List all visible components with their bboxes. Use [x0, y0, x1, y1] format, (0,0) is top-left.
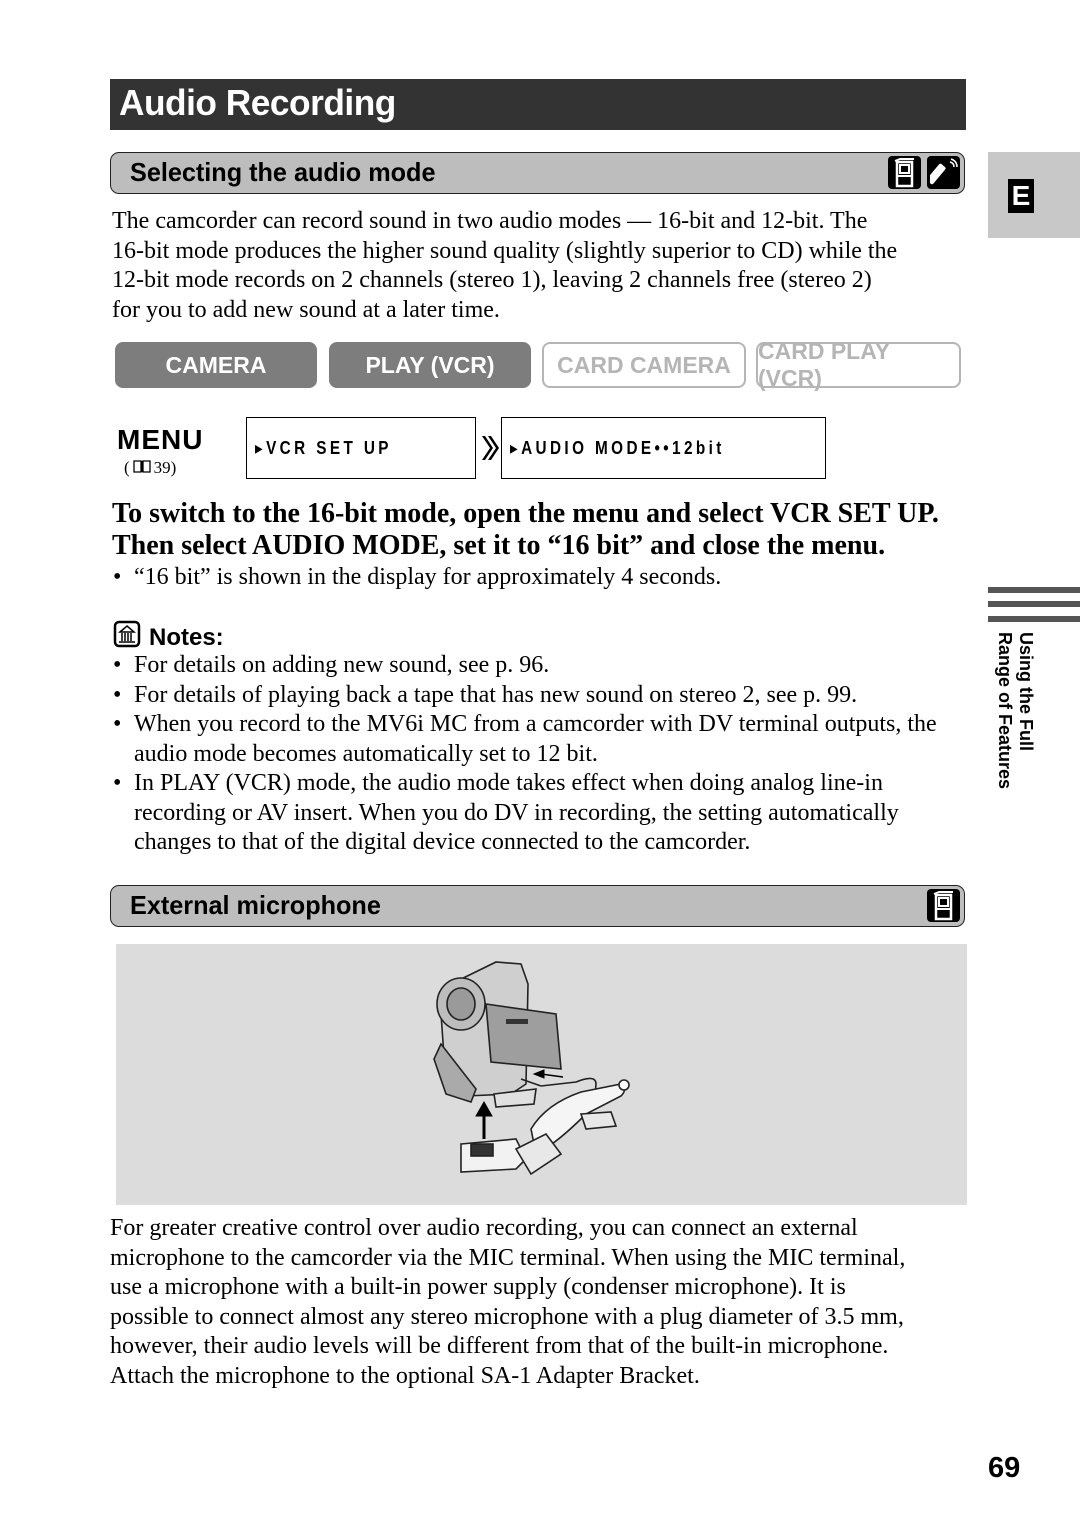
list-item: “16 bit” is shown in the display for app… [112, 563, 972, 593]
chapter-label: Using the Full Range of Features [990, 632, 1038, 797]
text-line: use a microphone with a built-in power s… [110, 1274, 846, 1300]
section-heading-text: External microphone [130, 890, 381, 920]
chapter-stripe [988, 616, 1080, 622]
language-letter: E [1008, 179, 1034, 213]
double-chevron-right-icon [480, 434, 500, 467]
text-line: possible to connect almost any stereo mi… [110, 1303, 904, 1330]
instruction-text: To switch to the 16-bit mode, open the m… [112, 498, 992, 562]
remote-control-icon [927, 156, 960, 189]
chapter-stripe [988, 587, 1080, 593]
text-line: microphone to the camcorder via the MIC … [110, 1244, 906, 1271]
text-line: For greater creative control over audio … [110, 1215, 858, 1241]
page-number: 69 [988, 1452, 1021, 1484]
mode-play-vcr: PLAY (VCR) [329, 342, 531, 388]
external-microphone-illustration [116, 944, 967, 1205]
menu-page-reference: ( 39) [124, 458, 176, 478]
section-heading-text: Selecting the audio mode [130, 157, 436, 187]
text-line: The camcorder can record sound in two au… [112, 208, 868, 234]
chapter-stripe [988, 601, 1080, 607]
list-item: For details on adding new sound, see p. … [112, 651, 972, 681]
language-tab: E [988, 152, 1080, 238]
text-line: 16-bit mode produces the higher sound qu… [112, 237, 898, 264]
intro-paragraph: The camcorder can record sound in two au… [112, 207, 972, 325]
menu-step-text: ▸AUDIO MODE••12bit [510, 438, 725, 458]
text-line: however, their audio levels will be diff… [110, 1333, 889, 1359]
mode-camera: CAMERA [115, 342, 317, 388]
notes-heading: Notes: [113, 620, 224, 655]
instruction-line: Then select AUDIO MODE, set it to “16 bi… [112, 530, 886, 561]
chapter-label-line2: Range of Features [995, 632, 1015, 790]
ref-paren: ( [124, 458, 130, 477]
menu-step-vcr-setup: ▸VCR SET UP [246, 417, 476, 479]
list-item: In PLAY (VCR) mode, the audio mode takes… [112, 769, 972, 858]
camcorder-icon [888, 156, 921, 189]
mode-card-camera: CARD CAMERA [542, 342, 746, 388]
instruction-line: To switch to the 16-bit mode, open the m… [112, 498, 939, 529]
section-heading-audio-mode: Selecting the audio mode [110, 152, 965, 194]
list-item: When you record to the MV6i MC from a ca… [112, 710, 972, 769]
text-line: Attach the microphone to the optional SA… [110, 1362, 700, 1389]
page-title: Audio Recording [119, 82, 396, 123]
list-item: For details of playing back a tape that … [112, 681, 972, 711]
camcorder-icon [927, 889, 960, 922]
text-line: 12-bit mode records on 2 channels (stere… [112, 267, 872, 293]
mode-label: CARD CAMERA [557, 351, 731, 378]
external-mic-paragraph: For greater creative control over audio … [110, 1214, 980, 1391]
notes-icon [113, 620, 141, 655]
instruction-bullets: “16 bit” is shown in the display for app… [112, 563, 972, 593]
mode-label: PLAY (VCR) [365, 351, 495, 378]
menu-step-text: ▸VCR SET UP [255, 438, 392, 458]
section-heading-external-microphone: External microphone [110, 885, 965, 927]
mode-label: CARD PLAY (VCR) [758, 338, 890, 391]
notes-list: For details on adding new sound, see p. … [112, 651, 972, 858]
chapter-label-line1: Using the Full [1016, 632, 1036, 751]
mode-label: CAMERA [165, 351, 267, 378]
notes-title: Notes: [149, 623, 224, 651]
text-line: for you to add new sound at a later time… [112, 296, 500, 323]
ref-page: 39) [153, 458, 177, 477]
mode-card-play-vcr: CARD PLAY (VCR) [756, 338, 961, 391]
menu-step-audio-mode: ▸AUDIO MODE••12bit [501, 417, 826, 479]
page-title-bar: Audio Recording [110, 79, 966, 130]
camcorder-microphone-drawing [433, 961, 630, 1176]
menu-label: MENU [117, 424, 204, 455]
book-icon [133, 458, 151, 478]
